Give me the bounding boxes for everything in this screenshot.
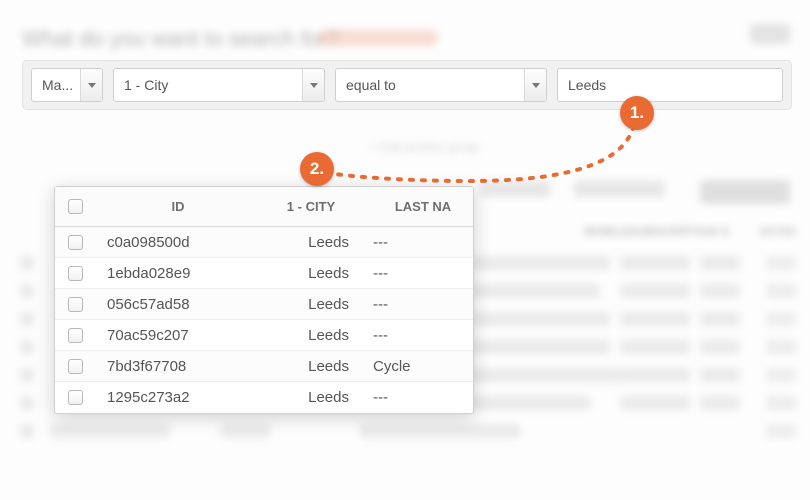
table-row[interactable]: 056c57ad58Leeds--- bbox=[55, 289, 473, 320]
row-checkbox[interactable] bbox=[68, 390, 83, 405]
add-group-link: + Add another group bbox=[370, 140, 479, 154]
cell-city: Leeds bbox=[255, 265, 367, 282]
cell-city: Leeds bbox=[255, 358, 367, 375]
operator-label: equal to bbox=[346, 77, 396, 93]
callout-2: 2. bbox=[300, 152, 334, 186]
cell-id: 1295c273a2 bbox=[95, 389, 255, 406]
cell-lastname: --- bbox=[367, 296, 473, 313]
header-right-icon bbox=[750, 24, 790, 44]
row-checkbox[interactable] bbox=[68, 297, 83, 312]
cell-lastname: --- bbox=[367, 327, 473, 344]
cell-lastname: --- bbox=[367, 234, 473, 251]
col-header-lastname[interactable]: LAST NA bbox=[367, 199, 473, 214]
cell-id: 1ebda028e9 bbox=[95, 265, 255, 282]
operator-dropdown[interactable]: equal to bbox=[335, 68, 547, 102]
row-checkbox[interactable] bbox=[68, 328, 83, 343]
table-row[interactable]: 70ac59c207Leeds--- bbox=[55, 320, 473, 351]
cell-lastname: Cycle bbox=[367, 358, 473, 375]
table-row[interactable]: 1295c273a2Leeds--- bbox=[55, 382, 473, 413]
filter-bar: Ma... 1 - City equal to bbox=[22, 60, 792, 110]
cell-city: Leeds bbox=[255, 327, 367, 344]
match-label: Ma... bbox=[42, 77, 73, 93]
callout-1: 1. bbox=[620, 96, 654, 130]
chevron-down-icon bbox=[302, 69, 324, 101]
cell-city: Leeds bbox=[255, 296, 367, 313]
toolbar bbox=[480, 180, 790, 206]
table-row[interactable]: 1ebda028e9Leeds--- bbox=[55, 258, 473, 289]
select-all-checkbox[interactable] bbox=[68, 199, 83, 214]
results-table: ID 1 - CITY LAST NA c0a098500dLeeds---1e… bbox=[54, 186, 474, 414]
cell-city: Leeds bbox=[255, 234, 367, 251]
cell-city: Leeds bbox=[255, 389, 367, 406]
chevron-down-icon bbox=[80, 69, 102, 101]
table-body: c0a098500dLeeds---1ebda028e9Leeds---056c… bbox=[55, 227, 473, 413]
row-checkbox[interactable] bbox=[68, 359, 83, 374]
cell-id: 7bd3f67708 bbox=[95, 358, 255, 375]
page-title: What do you want to search for? bbox=[22, 26, 339, 52]
col-header-city[interactable]: 1 - CITY bbox=[255, 199, 367, 214]
filter-value-input[interactable] bbox=[557, 68, 783, 102]
table-row[interactable]: c0a098500dLeeds--- bbox=[55, 227, 473, 258]
cell-id: c0a098500d bbox=[95, 234, 255, 251]
field-label: 1 - City bbox=[124, 77, 168, 93]
row-checkbox[interactable] bbox=[68, 266, 83, 281]
field-dropdown[interactable]: 1 - City bbox=[113, 68, 325, 102]
cell-id: 056c57ad58 bbox=[95, 296, 255, 313]
title-badge bbox=[318, 30, 438, 46]
row-checkbox[interactable] bbox=[68, 235, 83, 250]
cell-id: 70ac59c207 bbox=[95, 327, 255, 344]
table-row[interactable]: 7bd3f67708LeedsCycle bbox=[55, 351, 473, 382]
table-header-row: ID 1 - CITY LAST NA bbox=[55, 187, 473, 227]
match-dropdown[interactable]: Ma... bbox=[31, 68, 103, 102]
cell-lastname: --- bbox=[367, 389, 473, 406]
chevron-down-icon bbox=[524, 69, 546, 101]
col-header-id[interactable]: ID bbox=[95, 199, 255, 214]
cell-lastname: --- bbox=[367, 265, 473, 282]
